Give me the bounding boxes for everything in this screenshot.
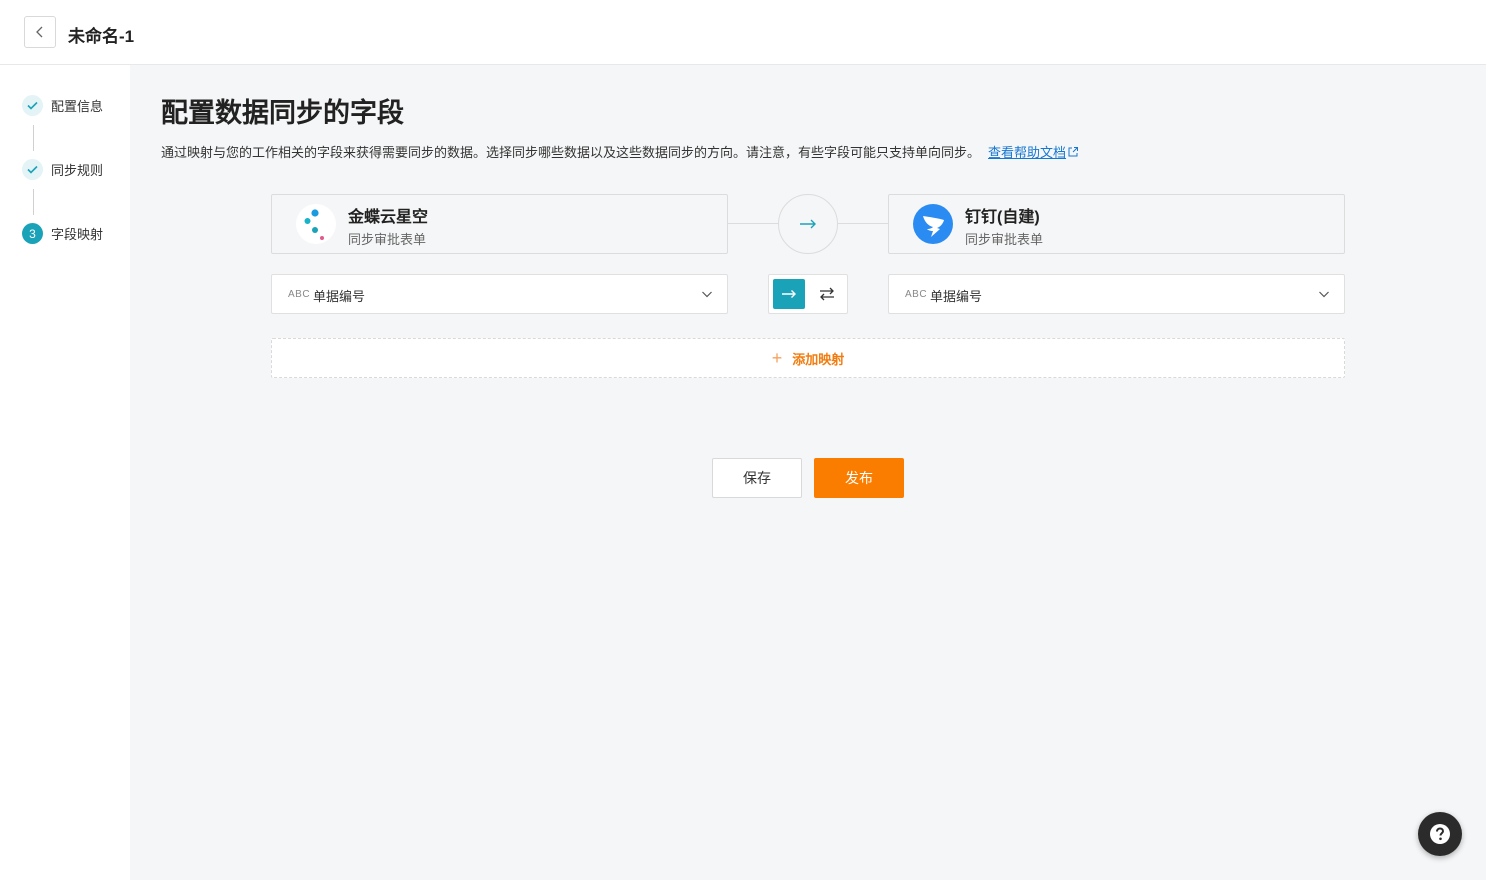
target-field-select[interactable]: ABC 单据编号 bbox=[888, 274, 1345, 314]
back-button[interactable] bbox=[24, 16, 56, 48]
swap-arrows-icon bbox=[820, 287, 834, 301]
step-label: 配置信息 bbox=[51, 99, 104, 114]
page-header-title: 未命名-1 bbox=[68, 27, 135, 46]
text-type-icon: ABC bbox=[288, 289, 311, 300]
steps-sidebar: 配置信息 同步规则 3 字段映射 bbox=[0, 65, 130, 880]
help-doc-link[interactable]: 查看帮助文档 bbox=[988, 145, 1079, 160]
add-mapping-button[interactable]: + 添加映射 bbox=[271, 338, 1345, 378]
chevron-down-icon bbox=[1319, 291, 1329, 298]
step-label: 字段映射 bbox=[51, 227, 104, 242]
arrow-right-icon bbox=[782, 290, 796, 298]
kingdee-logo-icon bbox=[296, 204, 336, 244]
chevron-left-icon bbox=[36, 26, 43, 38]
add-mapping-label: 添加映射 bbox=[792, 351, 845, 367]
help-link-label: 查看帮助文档 bbox=[988, 145, 1067, 160]
step-sync-rules[interactable]: 同步规则 bbox=[22, 159, 103, 180]
check-icon bbox=[22, 95, 43, 116]
sync-direction-indicator bbox=[778, 194, 838, 254]
chevron-down-icon bbox=[702, 291, 712, 298]
source-app-name: 金蝶云星空 bbox=[348, 209, 429, 226]
dingtalk-logo-icon bbox=[913, 204, 953, 244]
mapping-direction-toggle bbox=[768, 274, 848, 314]
target-app-name: 钉钉(自建) bbox=[965, 209, 1040, 226]
description-text: 通过映射与您的工作相关的字段来获得需要同步的数据。选择同步哪些数据以及这些数据同… bbox=[161, 145, 981, 160]
question-mark-icon bbox=[1430, 824, 1450, 844]
publish-button[interactable]: 发布 bbox=[814, 458, 904, 498]
arrow-right-icon bbox=[800, 219, 816, 229]
connector-line bbox=[838, 223, 888, 224]
connector-line bbox=[728, 223, 778, 224]
step-number-badge: 3 bbox=[22, 223, 43, 244]
help-float-button[interactable] bbox=[1418, 812, 1462, 856]
page-description: 通过映射与您的工作相关的字段来获得需要同步的数据。选择同步哪些数据以及这些数据同… bbox=[161, 142, 1079, 161]
step-label: 同步规则 bbox=[51, 163, 104, 178]
target-app-card: 钉钉(自建) 同步审批表单 bbox=[888, 194, 1345, 254]
one-way-direction-button[interactable] bbox=[773, 279, 805, 309]
text-type-icon: ABC bbox=[905, 289, 928, 300]
check-icon bbox=[22, 159, 43, 180]
external-link-icon bbox=[1068, 147, 1079, 157]
step-connector bbox=[33, 189, 34, 215]
step-connector bbox=[33, 125, 34, 151]
save-button[interactable]: 保存 bbox=[712, 458, 802, 498]
plus-icon: + bbox=[771, 348, 783, 368]
source-app-card: 金蝶云星空 同步审批表单 bbox=[271, 194, 728, 254]
target-field-value: 单据编号 bbox=[930, 289, 983, 304]
two-way-direction-button[interactable] bbox=[811, 279, 843, 309]
main-content: 配置数据同步的字段 通过映射与您的工作相关的字段来获得需要同步的数据。选择同步哪… bbox=[130, 65, 1486, 880]
step-config-info[interactable]: 配置信息 bbox=[22, 95, 103, 116]
source-field-select[interactable]: ABC 单据编号 bbox=[271, 274, 728, 314]
source-app-subtitle: 同步审批表单 bbox=[348, 232, 427, 247]
step-field-mapping[interactable]: 3 字段映射 bbox=[22, 223, 103, 244]
top-bar: 未命名-1 bbox=[0, 0, 1486, 65]
page-title: 配置数据同步的字段 bbox=[161, 98, 404, 128]
source-field-value: 单据编号 bbox=[313, 289, 366, 304]
target-app-subtitle: 同步审批表单 bbox=[965, 232, 1044, 247]
